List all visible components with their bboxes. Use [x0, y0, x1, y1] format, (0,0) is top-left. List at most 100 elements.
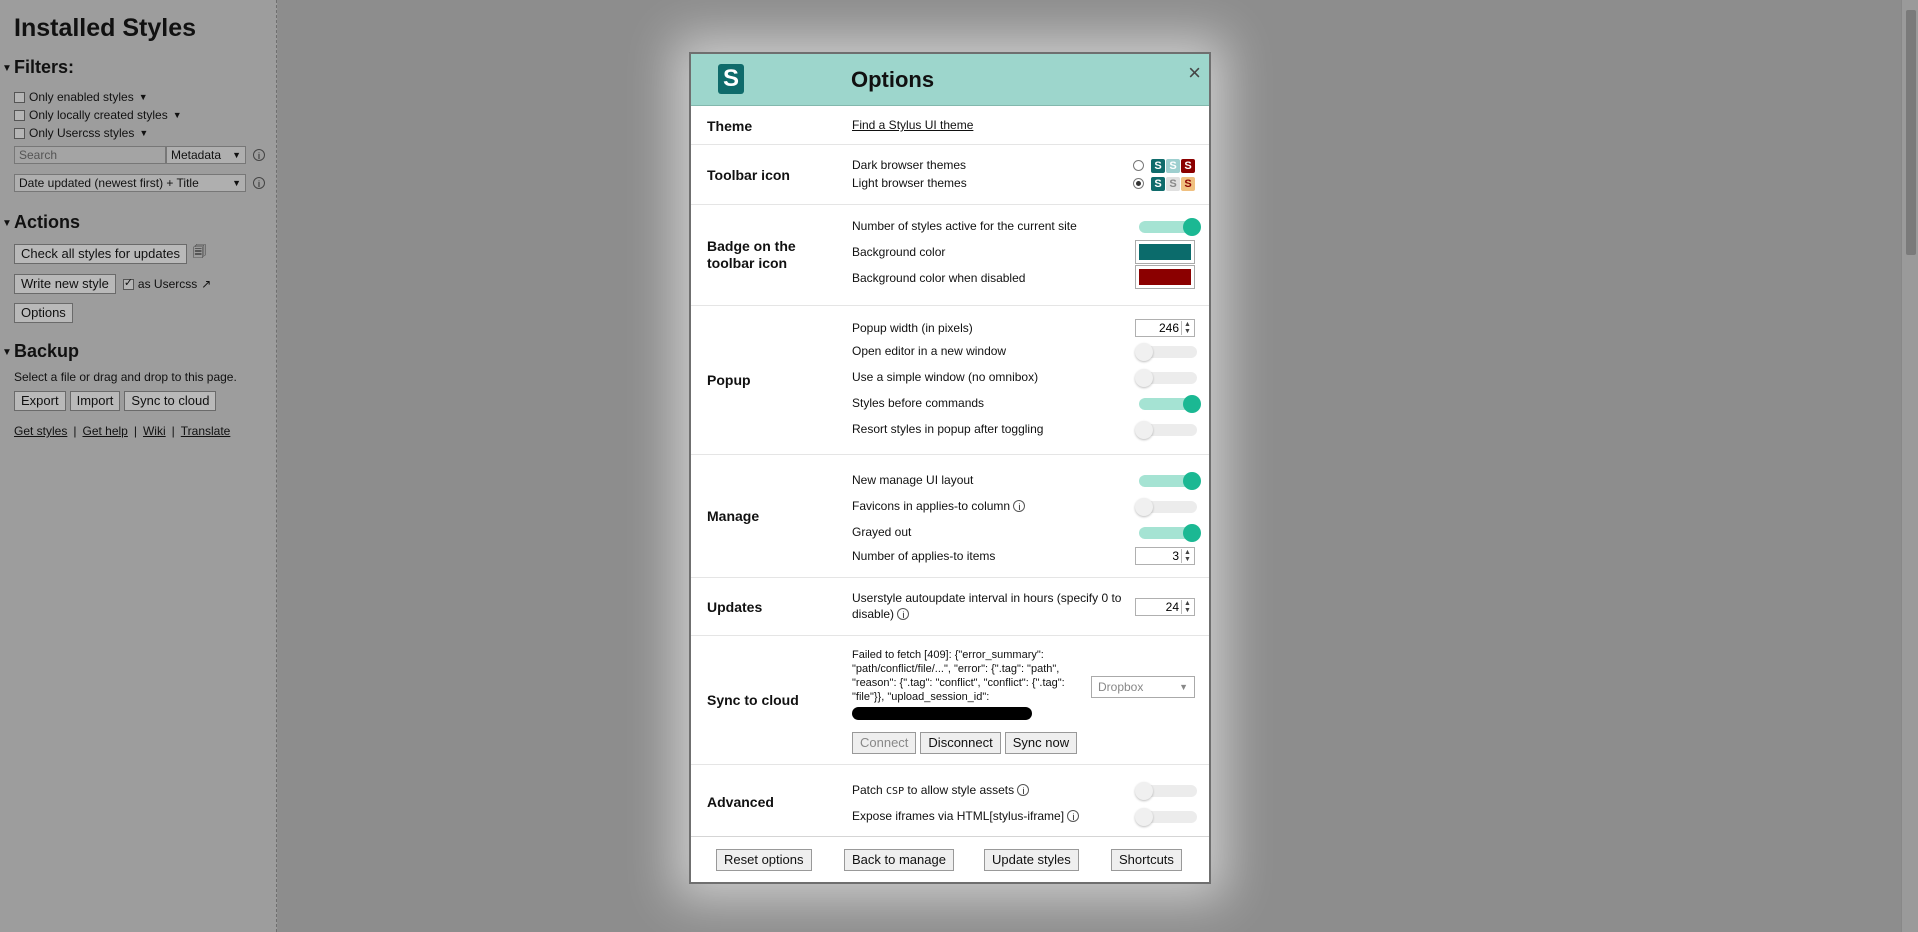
checkbox[interactable] — [14, 109, 25, 121]
cloud-provider-select[interactable]: Dropbox ▼ — [1091, 676, 1195, 698]
styles-before-toggle[interactable] — [1139, 395, 1201, 413]
manage-row: Manage New manage UI layout Favicons in … — [691, 455, 1209, 578]
toolbar-icon-row: Toolbar icon Dark browser themes Light b… — [691, 145, 1209, 205]
connect-button[interactable]: Connect — [852, 732, 917, 754]
info-icon[interactable]: i — [897, 608, 910, 620]
write-new-row: Write new style as Usercss ↗ — [14, 274, 276, 294]
collapse-triangle-icon: ▼ — [2, 218, 12, 229]
update-styles-button[interactable]: Update styles — [984, 849, 1079, 871]
filter-enabled[interactable]: Only enabled styles ▼ — [14, 88, 276, 106]
options-button[interactable]: Options — [14, 303, 73, 323]
disconnect-button[interactable]: Disconnect — [920, 732, 1001, 754]
sort-select[interactable]: Date updated (newest first) + Title ▼ — [14, 174, 246, 192]
checkbox[interactable] — [14, 91, 25, 103]
collapse-triangle-icon: ▼ — [2, 63, 12, 74]
page-scrollbar[interactable] — [1901, 0, 1918, 932]
search-row: Search Metadata ▼ i — [14, 146, 276, 164]
shortcuts-button[interactable]: Shortcuts — [1111, 849, 1182, 871]
dialog-title: Options — [851, 67, 935, 92]
popup-width-label: Popup width (in pixels) — [852, 321, 973, 335]
sync-row: Sync to cloud Failed to fetch [409]: {"e… — [691, 636, 1209, 765]
update-history-icon[interactable]: 🗐 — [193, 243, 206, 265]
dropdown-arrow-icon[interactable]: ▼ — [139, 124, 148, 142]
check-updates-button[interactable]: Check all styles for updates — [14, 244, 187, 264]
spinner-icon[interactable]: ▲ ▼ — [1181, 549, 1193, 563]
updates-label: Updates — [707, 599, 763, 615]
backup-heading[interactable]: ▼ Backup — [2, 341, 276, 362]
toolbar-icon-label: Toolbar icon — [707, 167, 790, 183]
interval-label: Userstyle autoupdate interval in hours (… — [852, 591, 1122, 621]
reset-options-button[interactable]: Reset options — [716, 849, 812, 871]
badge-count-toggle[interactable] — [1139, 218, 1201, 236]
translate-link[interactable]: Translate — [181, 424, 231, 438]
search-input[interactable]: Search — [14, 146, 166, 164]
info-icon[interactable]: i — [253, 149, 265, 161]
filters-heading[interactable]: ▼ Filters: — [2, 57, 276, 78]
simple-window-toggle[interactable] — [1135, 369, 1197, 387]
new-window-toggle[interactable] — [1135, 343, 1197, 361]
footer-links: Get styles | Get help | Wiki | Translate — [14, 424, 231, 438]
close-icon[interactable]: × — [1188, 60, 1201, 86]
simple-window-label: Use a simple window (no omnibox) — [852, 370, 1039, 384]
get-styles-link[interactable]: Get styles — [14, 424, 67, 438]
sync-error-message: Failed to fetch [409]: {"error_summary":… — [852, 649, 1065, 703]
patch-csp-toggle[interactable] — [1135, 782, 1197, 800]
new-ui-toggle[interactable] — [1139, 472, 1201, 490]
applies-count-input[interactable]: 3 ▲ ▼ — [1135, 547, 1195, 565]
write-new-style-button[interactable]: Write new style — [14, 274, 116, 294]
actions-heading[interactable]: ▼ Actions — [2, 212, 276, 233]
expose-iframes-toggle[interactable] — [1135, 808, 1197, 826]
stylus-icon: S — [1181, 159, 1195, 173]
redaction-mark — [852, 707, 1032, 720]
interval-input[interactable]: 24 ▲ ▼ — [1135, 598, 1195, 616]
info-icon[interactable]: i — [253, 177, 265, 189]
sync-to-cloud-button[interactable]: Sync to cloud — [124, 391, 217, 411]
external-link-icon[interactable]: ↗ — [201, 277, 211, 291]
applies-count-label: Number of applies-to items — [852, 549, 996, 563]
scrollbar-thumb[interactable] — [1906, 10, 1916, 255]
export-button[interactable]: Export — [14, 391, 66, 411]
back-to-manage-button[interactable]: Back to manage — [844, 849, 954, 871]
info-icon[interactable]: i — [1017, 784, 1030, 796]
spinner-icon[interactable]: ▲ ▼ — [1181, 600, 1193, 614]
backup-buttons: Export Import Sync to cloud — [14, 391, 276, 411]
wiki-link[interactable]: Wiki — [143, 424, 166, 438]
dropdown-arrow-icon[interactable]: ▼ — [139, 88, 148, 106]
manage-label: Manage — [707, 508, 760, 524]
badge-bg-label: Background color — [852, 245, 946, 259]
badge-bg-color-picker[interactable] — [1135, 240, 1195, 264]
favicons-toggle[interactable] — [1135, 498, 1197, 516]
updates-row: Updates Userstyle autoupdate interval in… — [691, 578, 1209, 636]
grayed-out-toggle[interactable] — [1139, 524, 1201, 542]
expose-iframes-label: Expose iframes via HTML[stylus-iframe] i — [852, 809, 1080, 823]
dark-themes-radio[interactable] — [1133, 160, 1144, 171]
stylus-icon: S — [1166, 159, 1180, 173]
search-mode-select[interactable]: Metadata ▼ — [166, 146, 246, 164]
as-usercss-checkbox[interactable] — [122, 276, 134, 290]
badge-bg-disabled-color-picker[interactable] — [1135, 265, 1195, 289]
theme-row: Theme Find a Stylus UI theme — [691, 106, 1209, 145]
light-themes-radio[interactable] — [1133, 178, 1144, 189]
badge-bg-disabled-label: Background color when disabled — [852, 271, 1026, 285]
filter-local[interactable]: Only locally created styles ▼ — [14, 106, 276, 124]
filter-usercss[interactable]: Only Usercss styles ▼ — [14, 124, 276, 142]
favicons-label: Favicons in applies-to column i — [852, 499, 1026, 513]
import-button[interactable]: Import — [69, 391, 121, 411]
info-icon[interactable]: i — [1013, 500, 1026, 512]
grayed-out-label: Grayed out — [852, 525, 912, 539]
checkbox[interactable] — [14, 127, 25, 139]
dropdown-arrow-icon[interactable]: ▼ — [173, 106, 182, 124]
advanced-row: Advanced Patch CSP to allow style assets… — [691, 765, 1209, 845]
backup-text: Select a file or drag and drop to this p… — [14, 370, 237, 384]
get-help-link[interactable]: Get help — [82, 424, 127, 438]
spinner-icon[interactable]: ▲ ▼ — [1181, 321, 1193, 335]
badge-label: Badge on the toolbar icon — [707, 238, 796, 271]
resort-toggle[interactable] — [1135, 421, 1197, 439]
sync-now-button[interactable]: Sync now — [1004, 732, 1078, 754]
stylus-icon: S — [1166, 177, 1180, 191]
popup-width-input[interactable]: 246 ▲ ▼ — [1135, 319, 1195, 337]
info-icon[interactable]: i — [1067, 810, 1080, 822]
find-theme-link[interactable]: Find a Stylus UI theme — [852, 118, 973, 132]
badge-count-label: Number of styles active for the current … — [852, 219, 1077, 233]
collapse-triangle-icon: ▼ — [2, 347, 12, 358]
